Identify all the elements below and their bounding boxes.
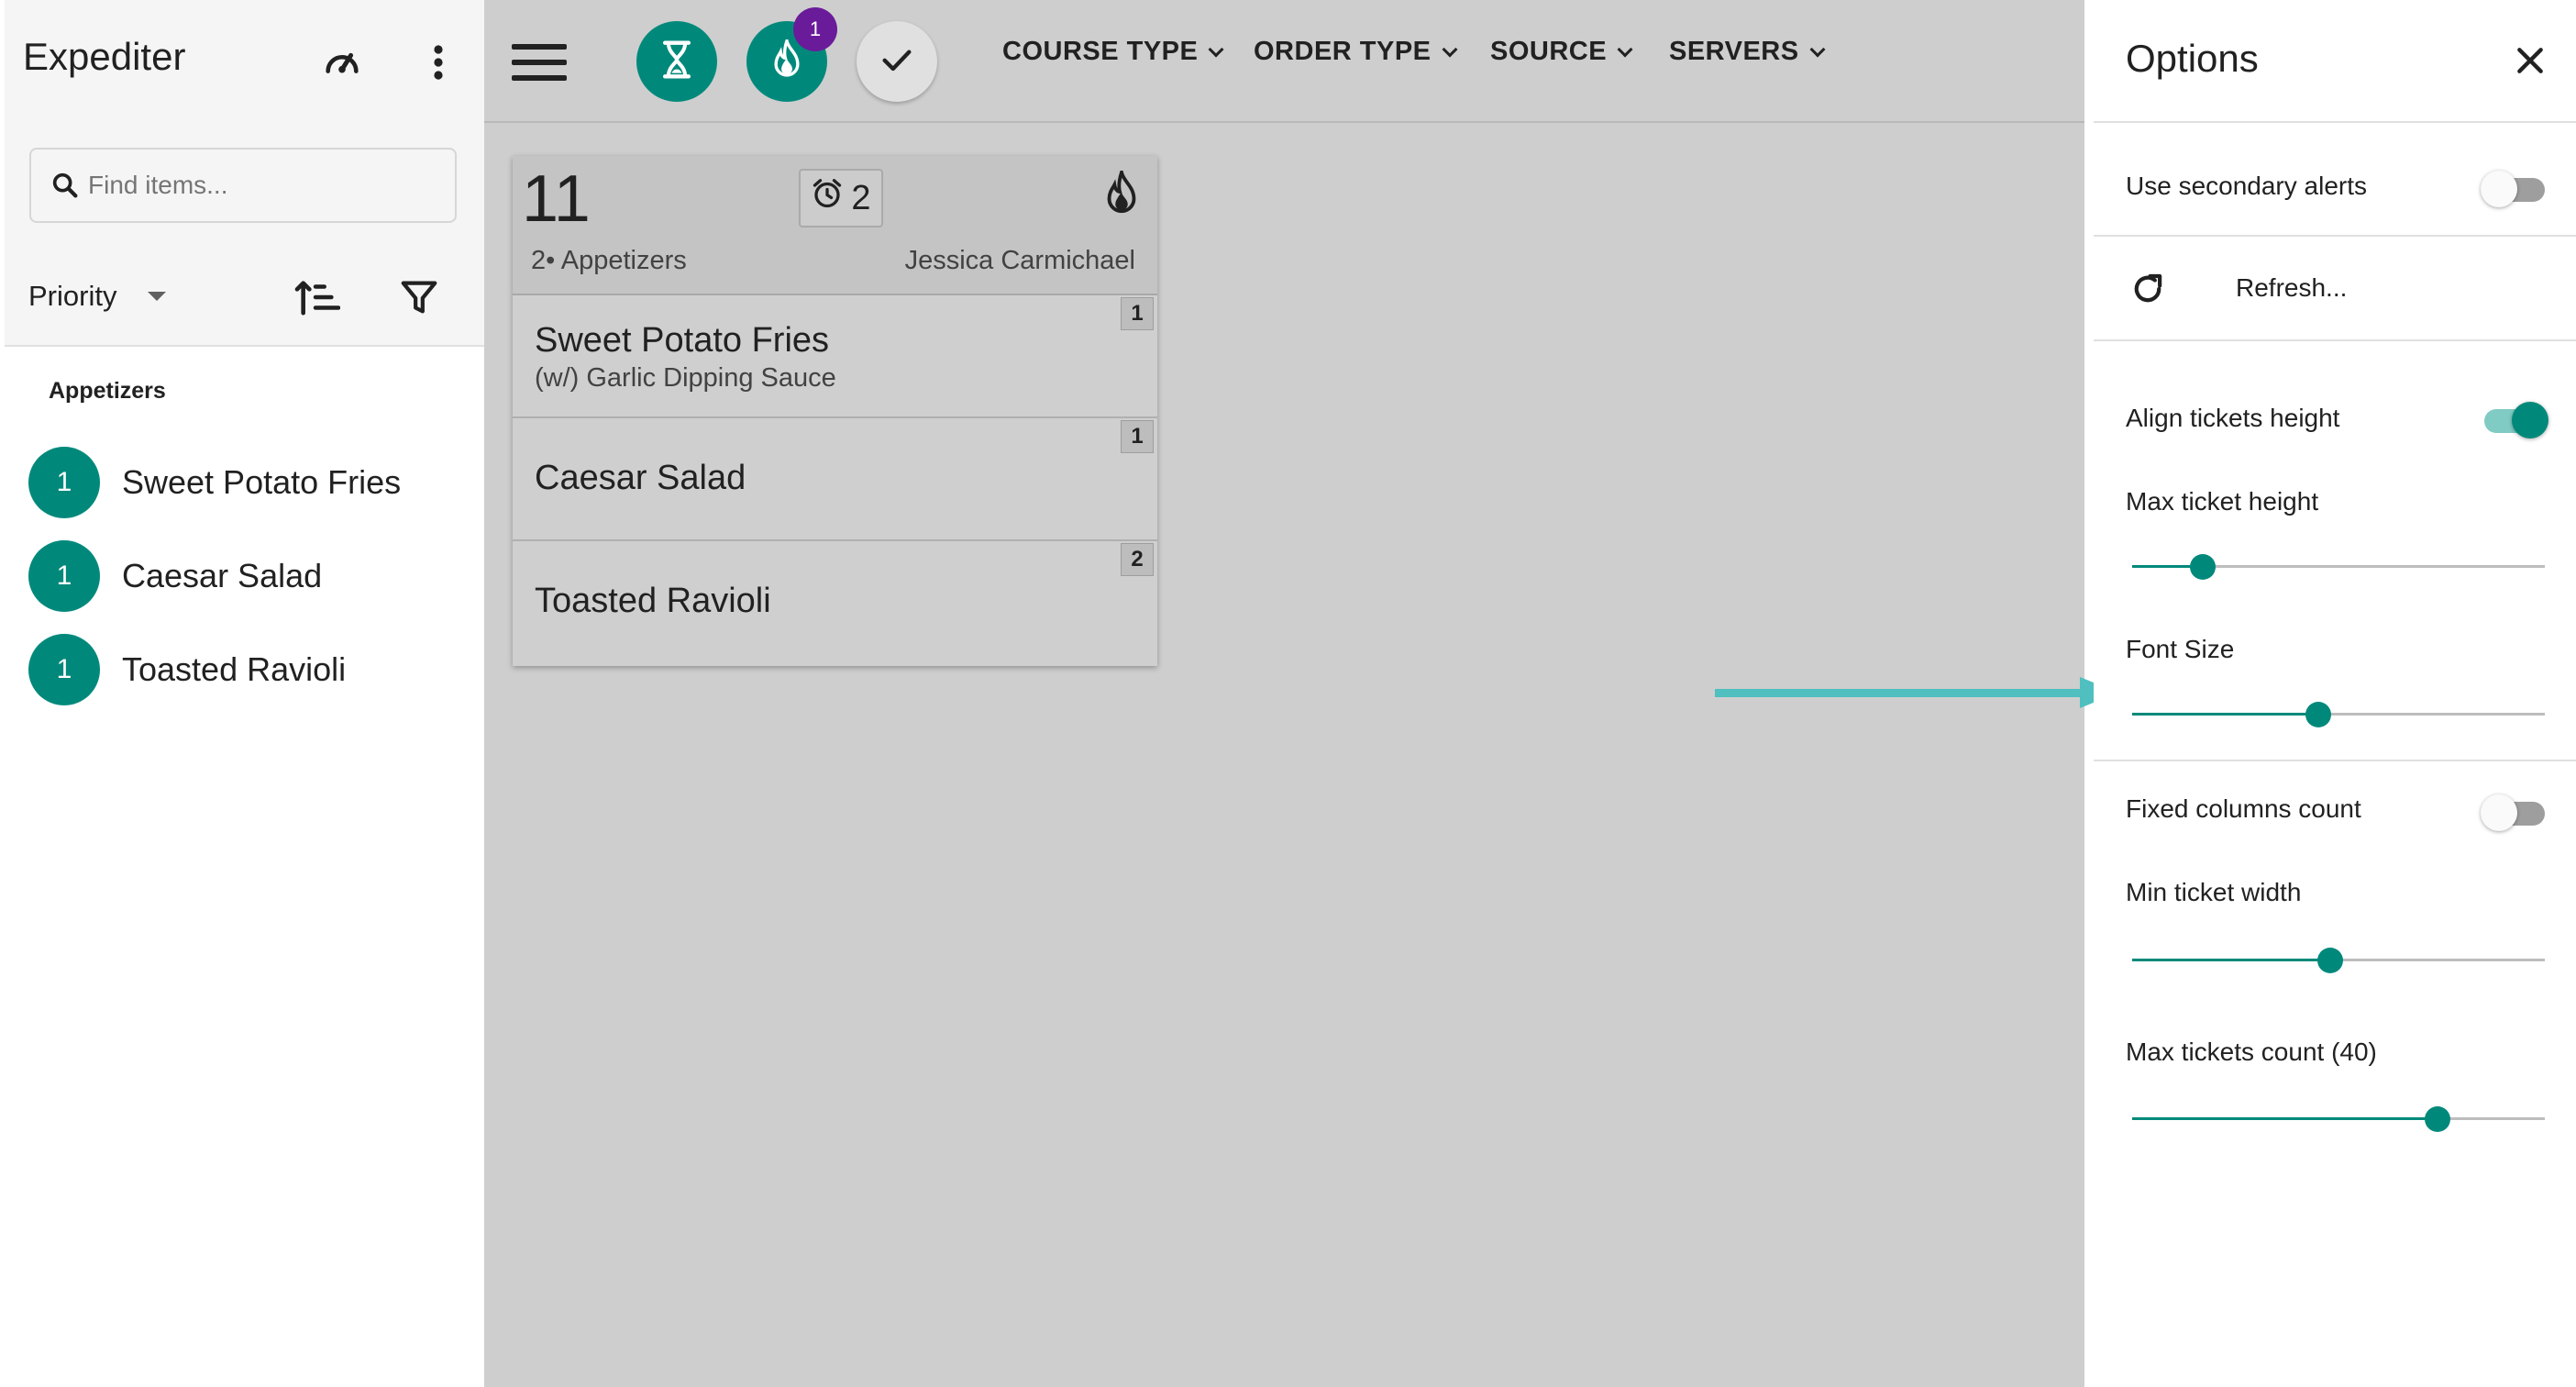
filter-label: SOURCE <box>1490 37 1608 66</box>
options-title: Options <box>2126 37 2259 80</box>
course-type-filter[interactable]: COURSE TYPE <box>1002 37 1224 67</box>
font-size-slider[interactable] <box>2132 696 2545 733</box>
filter-icon[interactable] <box>393 272 445 323</box>
close-icon[interactable] <box>2512 42 2548 79</box>
ticket-item-qty: 1 <box>1121 297 1154 330</box>
timer-count: 2 <box>851 178 871 217</box>
fire-count-badge: 1 <box>793 7 837 51</box>
ticket-item[interactable]: Caesar Salad 1 <box>513 418 1157 541</box>
item-count-badge: 1 <box>28 447 100 518</box>
chevron-down-icon <box>1208 41 1224 57</box>
source-filter[interactable]: SOURCE <box>1490 37 1633 67</box>
group-label: Appetizers <box>49 378 166 404</box>
min-ticket-width-label: Min ticket width <box>2126 878 2302 906</box>
expediter-sidebar: Expediter Priority Appetizers 1 Sweet Po… <box>5 0 484 1387</box>
search-input[interactable] <box>88 164 437 206</box>
ticket-item-qty: 1 <box>1121 420 1154 453</box>
item-count-badge: 1 <box>28 540 100 612</box>
refresh-icon <box>2128 270 2167 313</box>
search-field[interactable] <box>29 148 457 223</box>
ticket-course: 2• Appetizers <box>531 246 687 275</box>
alarm-icon <box>811 177 844 219</box>
secondary-alerts-toggle[interactable] <box>2481 165 2548 209</box>
fire-icon <box>1102 165 1141 221</box>
check-icon <box>879 41 915 83</box>
annotation-arrow <box>1715 677 2118 708</box>
sort-icon[interactable] <box>292 272 343 323</box>
item-name: Sweet Potato Fries <box>122 463 402 501</box>
sidebar-header: Expediter Priority <box>5 0 484 347</box>
fire-icon <box>770 34 803 84</box>
filter-label: ORDER TYPE <box>1254 37 1432 66</box>
list-item[interactable]: 1 Caesar Salad <box>28 539 469 613</box>
filter-label: COURSE TYPE <box>1002 37 1199 66</box>
align-height-toggle[interactable] <box>2481 396 2548 440</box>
ticket-item[interactable]: Toasted Ravioli 2 <box>513 541 1157 664</box>
sort-select-value: Priority <box>28 280 117 312</box>
more-vert-icon[interactable] <box>425 39 452 85</box>
item-name: Caesar Salad <box>122 557 323 594</box>
ticket-item-name: Caesar Salad <box>535 459 746 497</box>
max-tickets-count-label: Max tickets count (40) <box>2126 1037 2377 1066</box>
max-ticket-height-label: Max ticket height <box>2126 487 2319 516</box>
ticket-item-name: Sweet Potato Fries <box>535 321 830 360</box>
ticket-item-name: Toasted Ravioli <box>535 582 771 620</box>
pending-filter-button[interactable] <box>636 21 717 102</box>
options-header: Options <box>2094 0 2576 123</box>
font-size-label: Font Size <box>2126 635 2235 663</box>
search-icon <box>50 170 81 205</box>
dropdown-arrow-icon <box>148 292 167 301</box>
options-panel: Options Use secondary alerts Refresh... … <box>2094 0 2576 1387</box>
timer-chip[interactable]: 2 <box>799 169 883 227</box>
secondary-alerts-label: Use secondary alerts <box>2126 172 2368 200</box>
divider <box>2094 339 2576 341</box>
servers-filter[interactable]: SERVERS <box>1669 37 1826 67</box>
menu-icon[interactable] <box>512 44 567 81</box>
max-ticket-height-slider[interactable] <box>2132 549 2545 585</box>
order-ticket[interactable]: 11 2 2• Appetizers Jessica Carmichael Sw… <box>513 156 1157 666</box>
item-count-badge: 1 <box>28 634 100 705</box>
speedometer-icon[interactable] <box>319 39 365 85</box>
filter-label: SERVERS <box>1669 37 1799 66</box>
list-item[interactable]: 1 Toasted Ravioli <box>28 633 469 706</box>
chevron-down-icon <box>1809 41 1826 57</box>
divider <box>2094 235 2576 237</box>
ticket-header: 11 2 2• Appetizers Jessica Carmichael <box>513 156 1157 295</box>
ticket-server: Jessica Carmichael <box>904 246 1135 275</box>
align-height-label: Align tickets height <box>2126 404 2340 432</box>
ticket-item-qty: 2 <box>1121 543 1154 576</box>
order-type-filter[interactable]: ORDER TYPE <box>1254 37 1458 67</box>
fixed-columns-label: Fixed columns count <box>2126 794 2361 823</box>
sort-select[interactable]: Priority <box>28 272 184 321</box>
ticket-item-modifier: (w/) Garlic Dipping Sauce <box>535 363 836 393</box>
ticket-number: 11 <box>522 162 591 236</box>
refresh-label: Refresh... <box>2236 273 2348 302</box>
fixed-columns-toggle[interactable] <box>2481 789 2548 833</box>
chevron-down-icon <box>1442 41 1458 57</box>
min-ticket-width-slider[interactable] <box>2132 942 2545 979</box>
list-item[interactable]: 1 Sweet Potato Fries <box>28 446 469 519</box>
completed-filter-button[interactable] <box>857 21 937 102</box>
refresh-button[interactable]: Refresh... <box>2094 240 2576 339</box>
sidebar-title: Expediter <box>23 35 186 78</box>
hourglass-icon <box>658 39 695 84</box>
toolbar: 1 COURSE TYPE ORDER TYPE SOURCE SERVERS <box>484 0 2084 123</box>
divider <box>2094 760 2576 761</box>
item-name: Toasted Ravioli <box>122 650 347 688</box>
max-tickets-count-slider[interactable] <box>2132 1101 2545 1137</box>
chevron-down-icon <box>1617 41 1633 57</box>
ticket-item[interactable]: Sweet Potato Fries (w/) Garlic Dipping S… <box>513 295 1157 418</box>
